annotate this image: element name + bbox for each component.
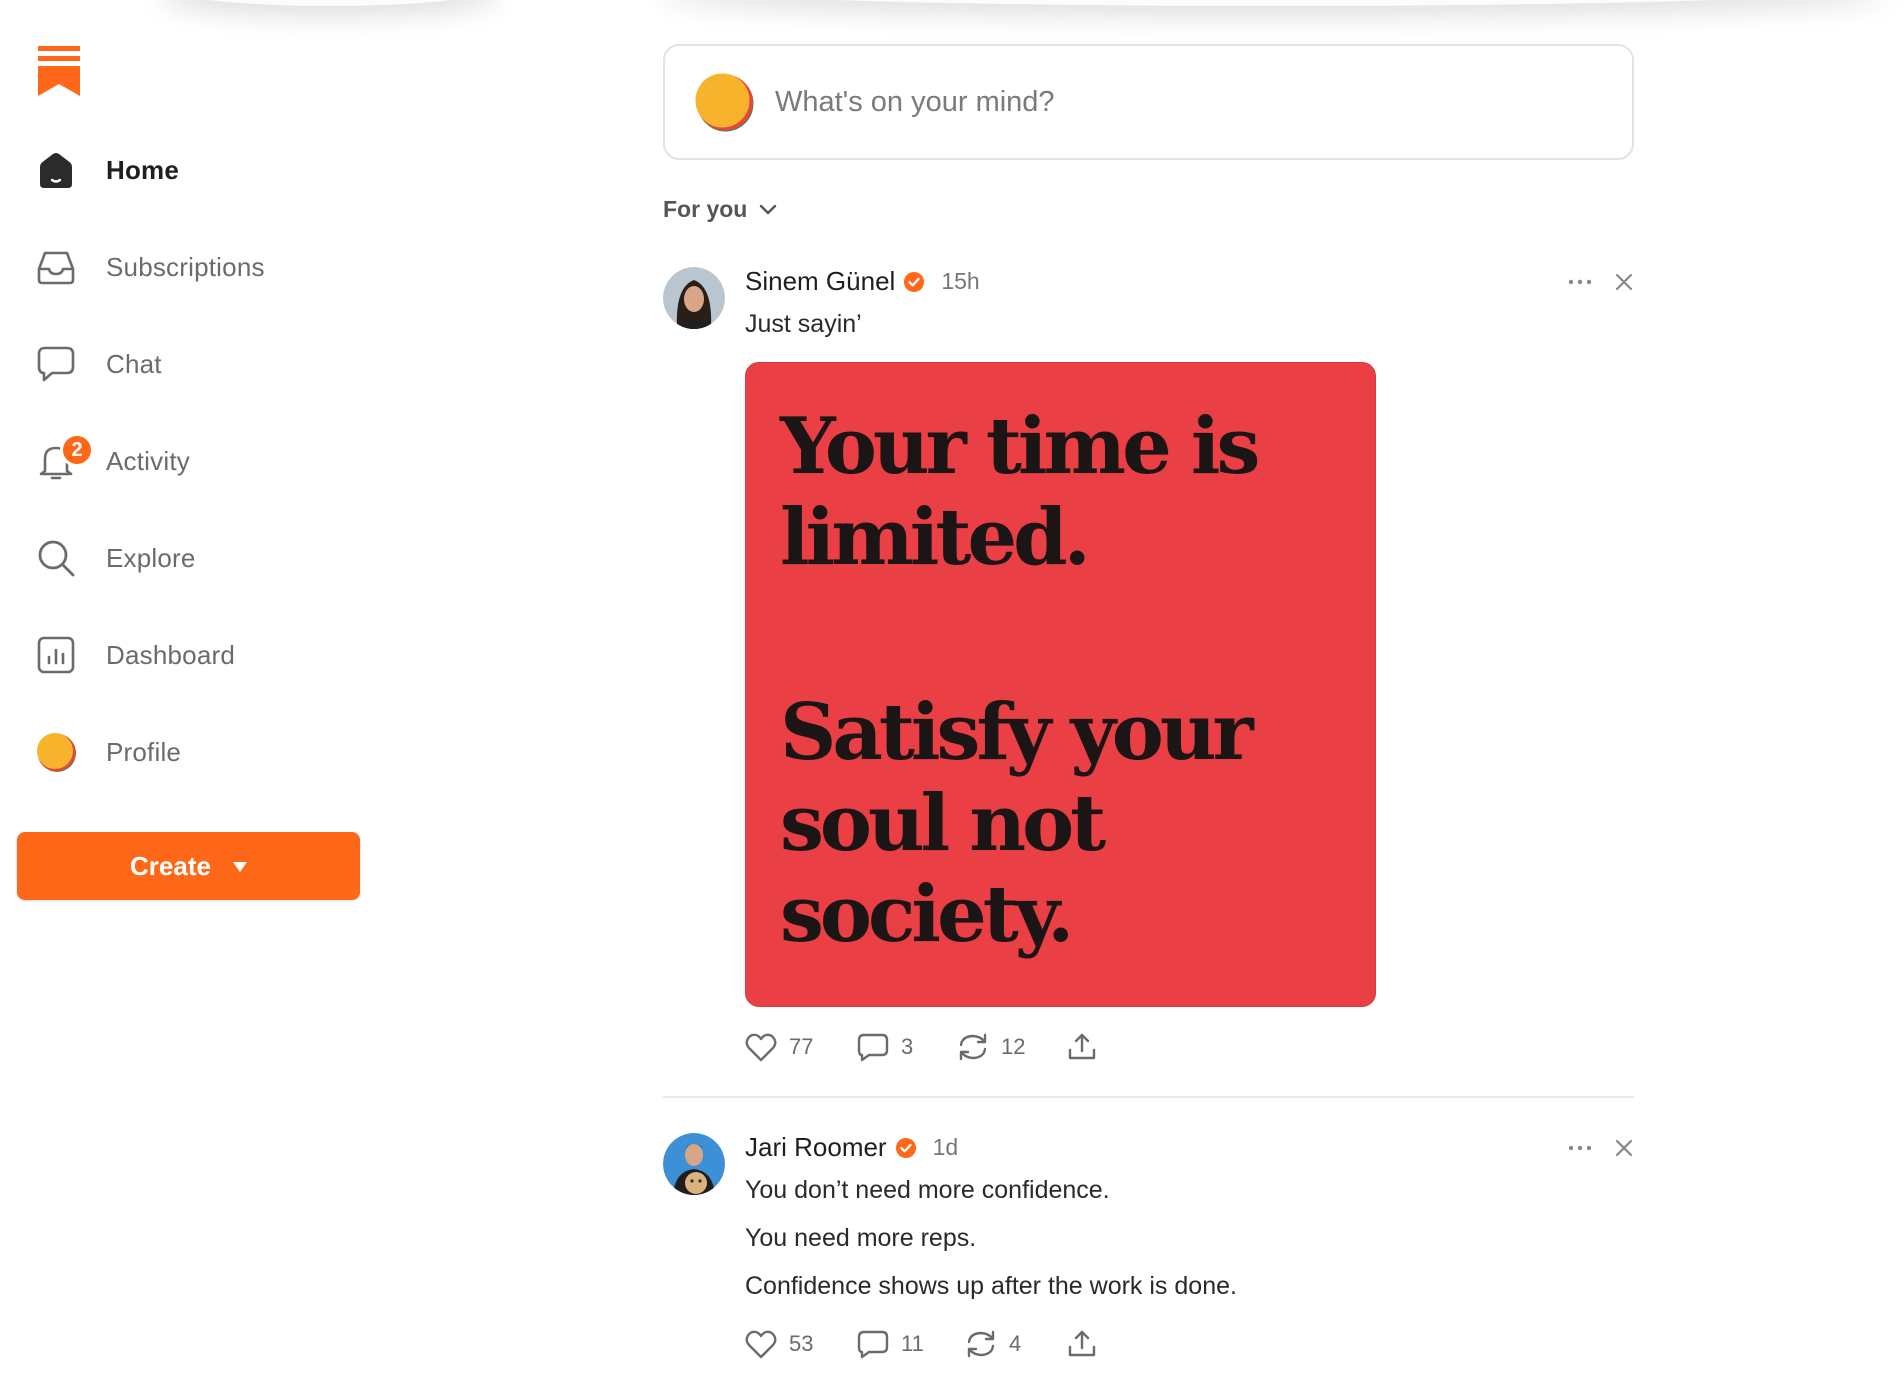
post-body-line: You don’t need more confidence.: [745, 1176, 1110, 1204]
bell-icon: 2: [34, 433, 94, 483]
sidebar-item-subscriptions[interactable]: Subscriptions: [34, 237, 364, 297]
more-options-icon[interactable]: [1568, 278, 1592, 286]
home-icon: [34, 148, 78, 192]
create-button-label: Create: [130, 850, 211, 881]
restack-button[interactable]: 12: [957, 1032, 1067, 1062]
post-controls: [1568, 1138, 1634, 1158]
image-text-line: limited.: [780, 492, 1091, 583]
chevron-down-icon: [760, 204, 777, 214]
sidebar-item-chat[interactable]: Chat: [34, 334, 364, 394]
author-name[interactable]: Jari Roomer: [745, 1132, 887, 1163]
comment-button[interactable]: 11: [857, 1329, 965, 1359]
post-header: Jari Roomer 1d: [745, 1132, 958, 1163]
post-body-line: You need more reps.: [745, 1224, 977, 1252]
more-options-icon[interactable]: [1568, 1144, 1592, 1152]
post-header: Sinem Günel 15h: [745, 266, 980, 297]
post-body-line: Confidence shows up after the work is do…: [745, 1272, 1237, 1300]
sidebar-item-profile[interactable]: Profile: [34, 722, 364, 782]
chat-bubble-icon: [34, 342, 78, 386]
sidebar-item-label: Activity: [106, 445, 190, 476]
image-text-line: society.: [780, 869, 1074, 960]
heart-icon: [745, 1033, 777, 1062]
create-button[interactable]: Create: [17, 832, 360, 900]
bookmark-logo-icon[interactable]: [38, 46, 80, 96]
comment-count: 3: [901, 1034, 914, 1059]
post-time: 15h: [941, 268, 980, 294]
feed-filter-dropdown[interactable]: For you: [663, 196, 777, 223]
sidebar-item-label: Chat: [106, 348, 162, 379]
post-body: Just sayin’: [745, 310, 862, 338]
post-image[interactable]: Your time is limited. Satisfy your soul …: [745, 362, 1376, 1007]
post-divider: [663, 1096, 1634, 1098]
sidebar-item-explore[interactable]: Explore: [34, 528, 364, 588]
top-shadow-right: [660, 0, 1890, 6]
like-button[interactable]: 77: [745, 1032, 857, 1062]
top-shadow-left: [160, 0, 500, 6]
comment-button[interactable]: 3: [857, 1032, 957, 1062]
restack-count: 4: [1009, 1331, 1022, 1356]
share-icon: [1068, 1033, 1096, 1060]
sidebar-item-label: Dashboard: [106, 639, 235, 670]
share-button[interactable]: [1067, 1032, 1097, 1062]
post-actions: 77 3 12: [745, 1032, 1097, 1062]
sidebar-item-label: Explore: [106, 542, 196, 573]
sidebar-item-label: Home: [106, 154, 180, 185]
image-text-line: soul not: [780, 778, 1106, 869]
caret-down-icon: [232, 862, 247, 872]
share-button[interactable]: [1067, 1329, 1097, 1359]
sidebar-item-activity[interactable]: 2 Activity: [34, 431, 364, 491]
like-count: 53: [789, 1331, 814, 1356]
sidebar-item-label: Subscriptions: [106, 251, 265, 282]
image-text-line: Satisfy your: [780, 687, 1254, 778]
author-name[interactable]: Sinem Günel: [745, 266, 895, 297]
search-icon: [34, 536, 78, 580]
restack-icon: [967, 1330, 995, 1358]
like-count: 77: [789, 1034, 814, 1059]
like-button[interactable]: 53: [745, 1329, 857, 1359]
avatar-icon: [34, 730, 78, 774]
comment-icon: [857, 1033, 889, 1062]
restack-button[interactable]: 4: [965, 1329, 1067, 1359]
user-avatar: [693, 71, 755, 133]
comment-count: 11: [901, 1331, 924, 1356]
bar-chart-icon: [34, 633, 78, 677]
feed-filter-label: For you: [663, 196, 748, 222]
restack-count: 12: [1001, 1034, 1026, 1059]
post-controls: [1568, 272, 1634, 292]
comment-icon: [857, 1330, 889, 1359]
post-composer[interactable]: What's on your mind?: [663, 44, 1634, 160]
sidebar-item-home[interactable]: Home: [34, 140, 364, 200]
post-time: 1d: [932, 1134, 959, 1160]
post-actions: 53 11 4: [745, 1329, 1097, 1359]
restack-icon: [959, 1033, 987, 1061]
heart-icon: [745, 1330, 777, 1359]
verified-badge-icon: [904, 271, 925, 292]
close-icon[interactable]: [1614, 272, 1634, 292]
author-avatar[interactable]: [663, 1133, 725, 1195]
sidebar-item-dashboard[interactable]: Dashboard: [34, 625, 364, 685]
sidebar-item-label: Profile: [106, 736, 182, 767]
inbox-icon: [34, 245, 78, 289]
close-icon[interactable]: [1614, 1138, 1634, 1158]
verified-badge-icon: [895, 1137, 916, 1158]
composer-placeholder: What's on your mind?: [775, 85, 1055, 118]
image-text-line: Your time is: [780, 401, 1260, 492]
author-avatar[interactable]: [663, 267, 725, 329]
notification-badge: 2: [60, 433, 94, 467]
share-icon: [1068, 1330, 1096, 1357]
